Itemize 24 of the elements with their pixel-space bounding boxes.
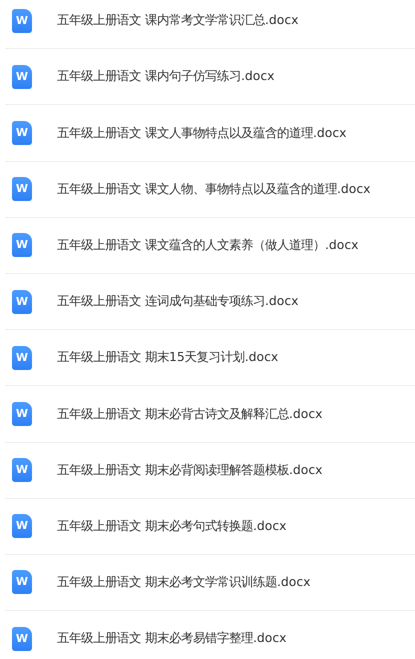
word-file-icon: W xyxy=(12,346,32,370)
word-file-icon: W xyxy=(12,402,32,426)
file-name[interactable]: 五年级上册语文 期末必背阅读理解答题模板.docx xyxy=(57,460,322,480)
word-file-icon: W xyxy=(12,177,32,202)
file-name[interactable]: 五年级上册语文 期末必考句式转换题.docx xyxy=(57,516,286,536)
file-name[interactable]: 五年级上册语文 期末必考文学常识训练题.docx xyxy=(57,573,310,592)
word-file-icon: W xyxy=(12,626,32,651)
file-name[interactable]: 五年级上册语文 期末15天复习计划.docx xyxy=(57,348,278,368)
file-name[interactable]: 五年级上册语文 课文人物、事物特点以及蕴含的道理.docx xyxy=(57,180,370,198)
file-name[interactable]: 五年级上册语文 期末必背古诗文及解释汇总.docx xyxy=(57,404,322,424)
word-file-icon: W xyxy=(12,64,32,89)
file-name[interactable]: 五年级上册语文 期末必考易错字整理.docx xyxy=(57,629,286,648)
file-name[interactable]: 五年级上册语文 课文蕴含的人文素养（做人道理）.docx xyxy=(57,236,358,255)
word-file-icon: W xyxy=(12,290,32,314)
word-file-icon: W xyxy=(12,514,32,538)
file-name[interactable]: 五年级上册语文 课文人事物特点以及蕴含的道理.docx xyxy=(57,124,346,142)
word-file-icon: W xyxy=(12,458,32,482)
word-file-icon: W xyxy=(12,8,32,33)
word-file-icon: W xyxy=(12,570,32,594)
word-file-icon: W xyxy=(12,233,32,258)
file-name[interactable]: 五年级上册语文 课内句子仿写练习.docx xyxy=(57,67,274,86)
word-file-icon: W xyxy=(12,120,32,145)
file-name[interactable]: 五年级上册语文 课内常考文学常识汇总.docx xyxy=(57,11,298,30)
file-name[interactable]: 五年级上册语文 连词成句基础专项练习.docx xyxy=(57,292,298,311)
